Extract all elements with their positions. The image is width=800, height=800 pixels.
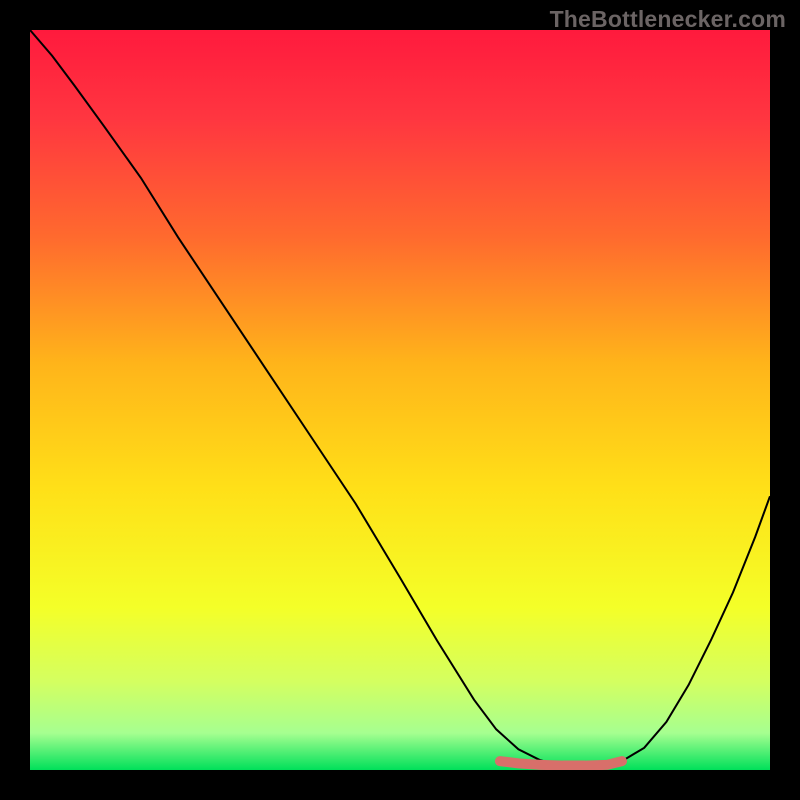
series-optimal-highlight [500, 761, 622, 765]
source-attribution: TheBottlenecker.com [550, 6, 786, 33]
chart-frame [30, 30, 770, 770]
chart-svg [30, 30, 770, 770]
chart-gradient-background [30, 30, 770, 770]
